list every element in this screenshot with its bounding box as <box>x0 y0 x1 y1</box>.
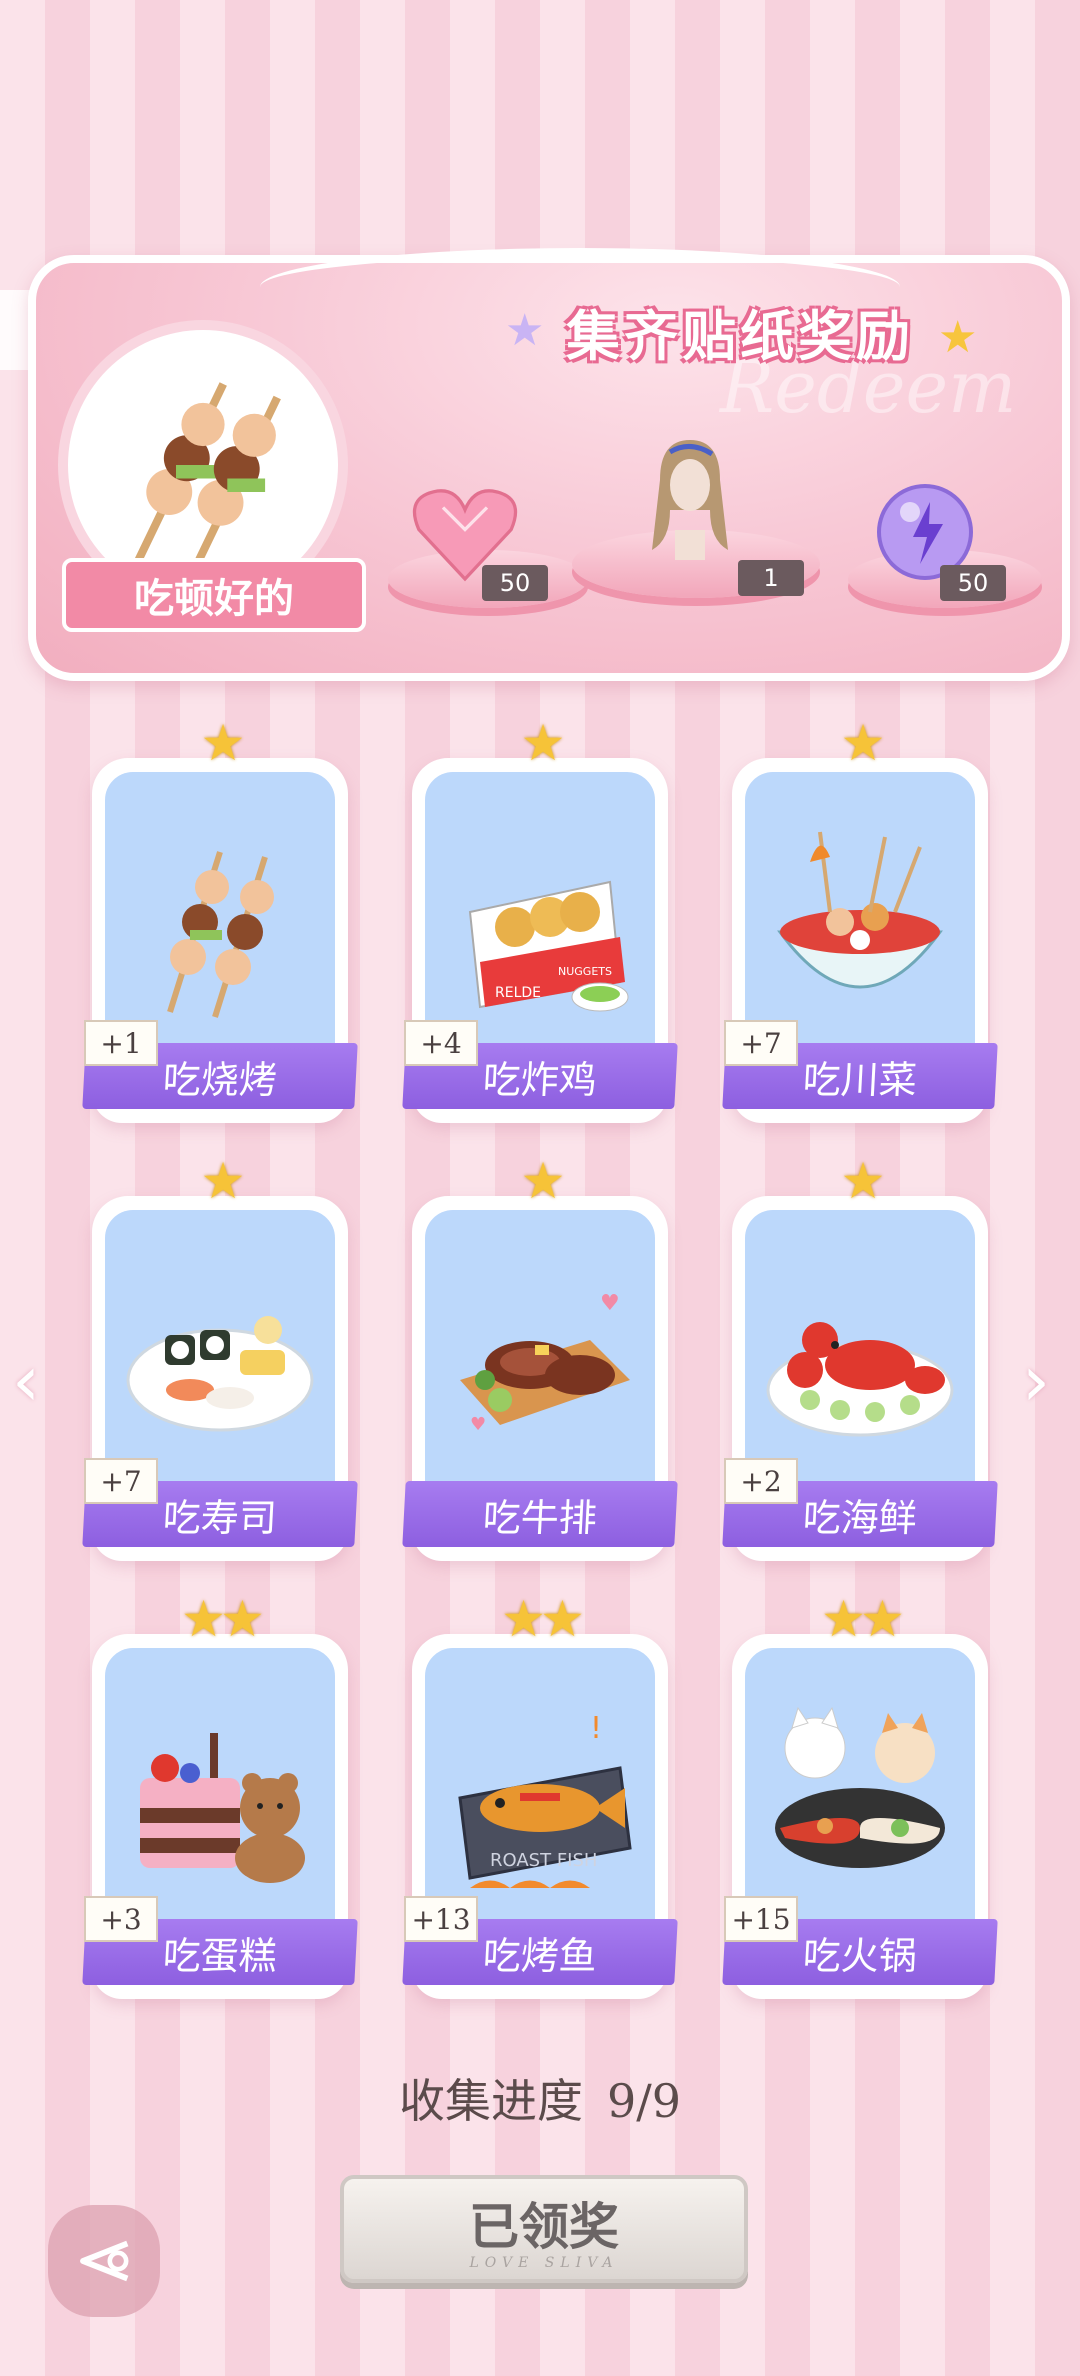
food-sticker-card[interactable]: ★ +1 吃烧烤 <box>82 714 358 1123</box>
sticker-count-badge: +2 <box>724 1458 798 1504</box>
hotpot-cats-icon <box>775 1706 945 1868</box>
sticker-count-badge: +7 <box>84 1458 158 1504</box>
main-item-label: 吃顿好的 <box>62 558 366 632</box>
roast-fish-icon: ROAST FISH! <box>458 1711 632 1888</box>
back-arrow-icon <box>80 2240 129 2282</box>
card-label: 吃牛排 <box>402 1481 678 1547</box>
lobster-plate-icon <box>766 1322 954 1437</box>
collection-progress: 收集进度 9/9 <box>0 2065 1080 2131</box>
prev-page-arrow-icon[interactable]: ‹ <box>12 1340 40 1422</box>
star-icon: ★ <box>938 312 978 363</box>
star-rating-icon: ★ <box>840 714 886 772</box>
claimed-button[interactable]: 已领奖 LOVE SLIVA <box>340 2175 748 2283</box>
claimed-button-sublabel: LOVE SLIVA <box>469 2255 619 2271</box>
card-artwork: ♥ ♥ <box>425 1210 655 1510</box>
bbq-skewers-icon <box>167 851 274 1018</box>
svg-text:♥: ♥ <box>470 1414 486 1435</box>
next-page-arrow-icon[interactable]: › <box>1022 1340 1050 1422</box>
sticker-count-badge: +4 <box>404 1020 478 1066</box>
hairstyle-bust-icon[interactable] <box>640 440 740 570</box>
back-button[interactable] <box>48 2205 160 2317</box>
steak-board-icon: ♥♥ <box>460 1291 630 1435</box>
banner-title: 集齐贴纸奖励 <box>566 305 914 368</box>
sticker-count-badge: +7 <box>724 1020 798 1066</box>
star-rating-icon: ★ <box>840 1152 886 1210</box>
svg-text:♥: ♥ <box>600 1291 620 1316</box>
cake-bear-icon <box>140 1733 305 1883</box>
reward-count: 50 <box>940 565 1006 601</box>
food-sticker-card[interactable]: ★★ ROAST FISH! +13 吃烤鱼 <box>402 1590 678 1999</box>
star-icon: ★ <box>505 305 545 356</box>
chicken-nuggets-icon: RELDE NUGGETS <box>468 880 629 1012</box>
nuggets-label-text: NUGGETS <box>558 965 612 978</box>
svg-text:!: ! <box>590 1711 602 1746</box>
star-rating-icon: ★ <box>520 714 566 772</box>
star-rating-icon: ★ <box>200 1152 246 1210</box>
progress-value: 9/9 <box>606 2074 682 2128</box>
star-rating-icon: ★★ <box>501 1590 585 1648</box>
reward-count: 1 <box>738 560 804 596</box>
sticker-count-badge: +13 <box>404 1896 478 1942</box>
progress-label: 收集进度 <box>398 2074 583 2128</box>
sticker-count-badge: +3 <box>84 1896 158 1942</box>
star-rating-icon: ★★ <box>181 1590 265 1648</box>
sticker-count-badge: +1 <box>84 1020 158 1066</box>
sticker-count-badge: +15 <box>724 1896 798 1942</box>
food-sticker-card[interactable]: ★ +2 吃海鲜 <box>722 1152 998 1561</box>
claimed-button-label: 已领奖 <box>469 2198 619 2256</box>
food-sticker-card[interactable]: ★★ +3 吃蛋糕 <box>82 1590 358 1999</box>
roast-fish-text: ROAST FISH <box>490 1850 597 1871</box>
sichuan-bowl-icon <box>777 831 943 989</box>
star-rating-icon: ★ <box>520 1152 566 1210</box>
food-sticker-card[interactable]: ★ RELDE NUGGETS +4 吃炸鸡 <box>402 714 678 1123</box>
star-rating-icon: ★★ <box>821 1590 905 1648</box>
food-sticker-card[interactable]: ★ +7 吃寿司 <box>82 1152 358 1561</box>
nuggets-box-text: RELDE <box>495 985 541 1001</box>
sushi-plate-icon <box>126 1316 314 1432</box>
food-sticker-card[interactable]: ★ +7 吃川菜 <box>722 714 998 1123</box>
reward-count: 50 <box>482 565 548 601</box>
food-sticker-card[interactable]: ★ ♥ ♥ 吃牛排 <box>402 1152 678 1561</box>
food-sticker-card[interactable]: ★★ +15 吃火锅 <box>722 1590 998 1999</box>
star-rating-icon: ★ <box>200 714 246 772</box>
